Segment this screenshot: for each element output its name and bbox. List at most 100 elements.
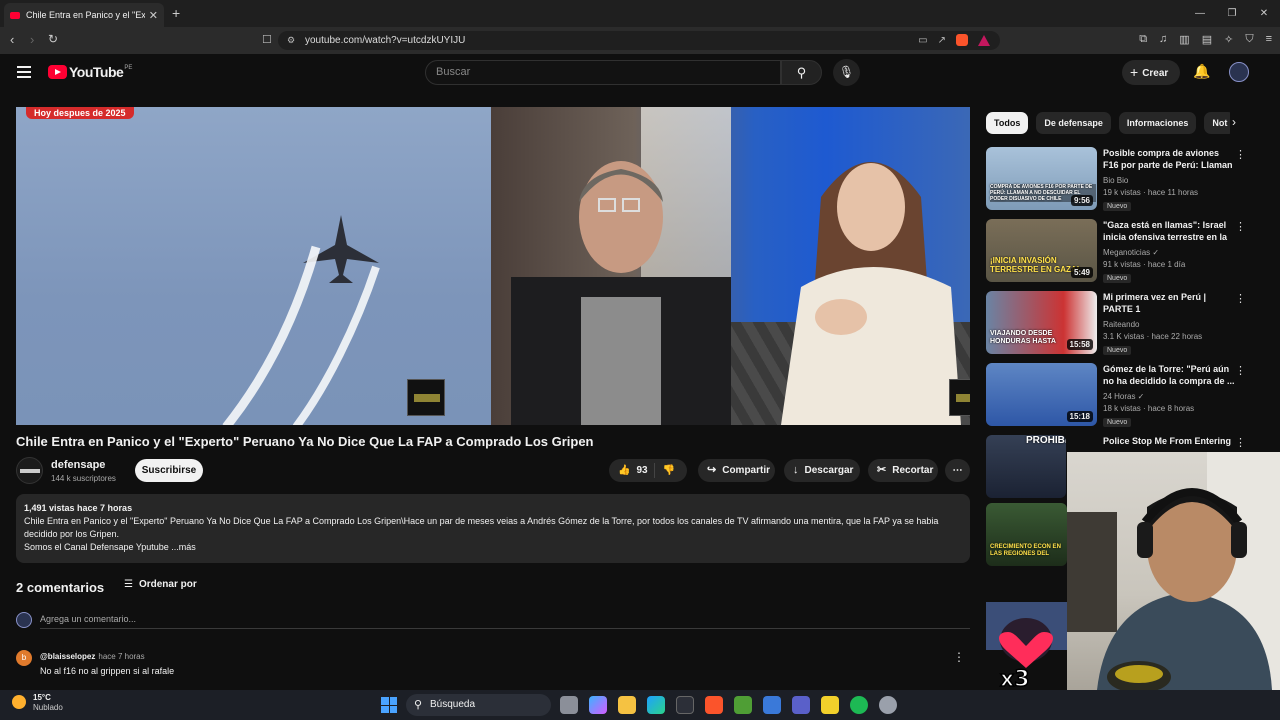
thumbnail[interactable]: CRECIMIENTO ECON EN LAS REGIONES DEL	[986, 503, 1067, 566]
vpn-icon[interactable]: ⛉	[1245, 33, 1253, 46]
video-title[interactable]: "Gaza está en llamas": Israel inicia ofe…	[1103, 219, 1236, 243]
channel-name[interactable]: 24 Horas ✓	[1103, 392, 1144, 401]
commenter-avatar[interactable]: b	[16, 650, 32, 666]
add-comment-input[interactable]: Agrega un comentario...	[40, 614, 970, 629]
account-avatar[interactable]	[1229, 62, 1249, 82]
video-player[interactable]: Hoy despues de 2025	[16, 107, 970, 425]
dislike-button[interactable]: 👎	[655, 459, 683, 482]
share-page-icon[interactable]: ↗	[938, 31, 946, 50]
comment-menu-icon[interactable]: ⋮	[953, 650, 965, 664]
youtube-logo[interactable]: YouTube PE	[48, 64, 132, 80]
weather-widget[interactable]: 15°C Nublado	[12, 693, 63, 713]
chip-todos[interactable]: Todos	[986, 112, 1029, 134]
copilot-icon[interactable]	[589, 696, 607, 714]
recommendation-item[interactable]: VIAJANDO DESDE HONDURAS HASTA 15:58 Mi p…	[986, 291, 1246, 357]
clip-button[interactable]: ✂ Recortar	[868, 459, 938, 482]
security-icon[interactable]	[763, 696, 781, 714]
new-tab-icon[interactable]: +	[172, 5, 180, 21]
recommendation-item[interactable]: 15:18 Gómez de la Torre: "Perú aún no ha…	[986, 363, 1246, 429]
browser-tab[interactable]: Chile Entra en Panico y el "Experto" Per…	[4, 3, 164, 27]
item-menu-icon[interactable]: ⋮	[1235, 148, 1246, 161]
back-icon[interactable]: ‹	[10, 32, 14, 47]
video-title[interactable]: Gómez de la Torre: "Perú aún no ha decid…	[1103, 363, 1236, 387]
forward-icon[interactable]: ›	[30, 32, 34, 47]
brave-shields-icon[interactable]	[956, 34, 968, 46]
bookmark-icon[interactable]: ☐	[262, 31, 272, 50]
chip-de-defensape[interactable]: De defensape	[1036, 112, 1111, 134]
wallet-icon[interactable]: ▤	[1202, 33, 1212, 46]
site-info-icon[interactable]: ⚙	[287, 31, 295, 50]
guide-menu-icon[interactable]	[17, 66, 31, 81]
share-icon: ↪	[707, 464, 717, 476]
task-view-icon[interactable]	[560, 696, 578, 714]
thumbnail[interactable]: COMPRA DE AVIONES F16 POR PARTE DE PERÚ:…	[986, 147, 1097, 210]
channel-name[interactable]: defensape	[51, 459, 105, 471]
thumbnail[interactable]: 15:18	[986, 363, 1097, 426]
thumbnail[interactable]: ¡INICIA INVASIÓN TERRESTRE EN GAZA! 5:49	[986, 219, 1097, 282]
thumbnail[interactable]: PROHIBITED	[986, 435, 1066, 498]
share-button[interactable]: ↪ Compartir	[698, 459, 775, 482]
music-icon[interactable]: ♫	[1159, 33, 1167, 46]
more-actions-button[interactable]: ⋯	[945, 459, 970, 482]
discord-icon[interactable]	[792, 696, 810, 714]
voice-search-icon[interactable]: 🎙	[833, 59, 860, 86]
comment-author[interactable]: @blaisselopez hace 7 horas	[40, 652, 145, 661]
close-window-icon[interactable]: ✕	[1248, 0, 1280, 27]
download-button[interactable]: ↓ Descargar	[784, 459, 860, 482]
chip-not[interactable]: Not	[1204, 112, 1230, 134]
item-menu-icon[interactable]: ⋮	[1235, 364, 1246, 377]
notes-icon[interactable]	[821, 696, 839, 714]
sidebar-icon[interactable]: ▥	[1179, 33, 1189, 46]
start-button[interactable]	[381, 697, 397, 713]
recommendation-item[interactable]: CRECIMIENTO ECON EN LAS REGIONES DEL	[986, 503, 1067, 569]
channel-name[interactable]: Raiteando	[1103, 320, 1139, 329]
like-dislike-group: 👍 93 👎	[609, 459, 687, 482]
obs-icon[interactable]	[879, 696, 897, 714]
thumbnail[interactable]: VIAJANDO DESDE HONDURAS HASTA 15:58	[986, 291, 1097, 354]
minimize-icon[interactable]: —	[1184, 0, 1216, 27]
description-more[interactable]: Somos el Canal Defensape Yputube ...más	[24, 541, 962, 554]
recommendation-item[interactable]: COMPRA DE AVIONES F16 POR PARTE DE PERÚ:…	[986, 147, 1246, 213]
subscribe-button[interactable]: Suscribirse	[135, 459, 203, 482]
recommendation-item[interactable]: ¡INICIA INVASIÓN TERRESTRE EN GAZA! 5:49…	[986, 219, 1246, 285]
reload-icon[interactable]: ↻	[48, 32, 58, 46]
item-menu-icon[interactable]: ⋮	[1235, 436, 1246, 449]
video-title[interactable]: Posible compra de aviones F16 por parte …	[1103, 147, 1236, 171]
item-menu-icon[interactable]: ⋮	[1235, 220, 1246, 233]
minecraft-icon[interactable]	[734, 696, 752, 714]
notifications-icon[interactable]: 🔔	[1193, 63, 1210, 80]
channel-watermark	[407, 379, 445, 416]
channel-avatar[interactable]	[16, 457, 43, 484]
restore-icon[interactable]: ❐	[1216, 0, 1248, 27]
search-icon: ⚲	[414, 699, 423, 711]
leo-icon[interactable]: ✧	[1224, 33, 1233, 46]
taskbar-search[interactable]: ⚲ Búsqueda	[406, 694, 551, 716]
chip-informaciones[interactable]: Informaciones	[1118, 112, 1197, 134]
file-explorer-icon[interactable]	[618, 696, 636, 714]
channel-name[interactable]: Meganoticias ✓	[1103, 248, 1159, 257]
item-menu-icon[interactable]: ⋮	[1235, 292, 1246, 305]
screenshot-icon[interactable]: ⧉	[1139, 33, 1147, 46]
search-button[interactable]: ⚲	[781, 60, 822, 85]
create-button[interactable]: + Crear	[1122, 60, 1180, 85]
brave-taskbar-icon[interactable]	[705, 696, 723, 714]
brave-rewards-icon[interactable]	[978, 35, 990, 46]
like-button[interactable]: 👍 93	[609, 463, 655, 478]
description-box[interactable]: 1,491 vistas hace 7 horas Chile Entra en…	[16, 494, 970, 563]
cast-icon[interactable]: ▭	[918, 31, 927, 50]
search-input[interactable]: Buscar	[425, 60, 781, 85]
url-bar[interactable]: ☐ ⚙ youtube.com/watch?v=utcdzkUYIJU ▭ ↗	[262, 31, 1000, 50]
sort-comments-button[interactable]: ☰ Ordenar por	[124, 579, 197, 590]
channel-name[interactable]: Bio Bio	[1103, 176, 1128, 185]
video-title[interactable]: Mi primera vez en Perú | PARTE 1	[1103, 291, 1236, 315]
close-tab-icon[interactable]: ✕	[149, 9, 158, 22]
video-title[interactable]: Police Stop Me From Entering	[1103, 435, 1236, 447]
chips-next-icon[interactable]: ›	[1232, 115, 1236, 129]
browser-tabbar: Chile Entra en Panico y el "Experto" Per…	[0, 0, 1280, 27]
store-icon[interactable]	[676, 696, 694, 714]
menu-icon[interactable]: ≡	[1266, 33, 1272, 46]
edge-icon[interactable]	[647, 696, 665, 714]
spotify-icon[interactable]	[850, 696, 868, 714]
channel-watermark-2	[949, 379, 970, 416]
extension-icons: ⧉ ♫ ▥ ▤ ✧ ⛉ ≡	[1139, 33, 1272, 46]
